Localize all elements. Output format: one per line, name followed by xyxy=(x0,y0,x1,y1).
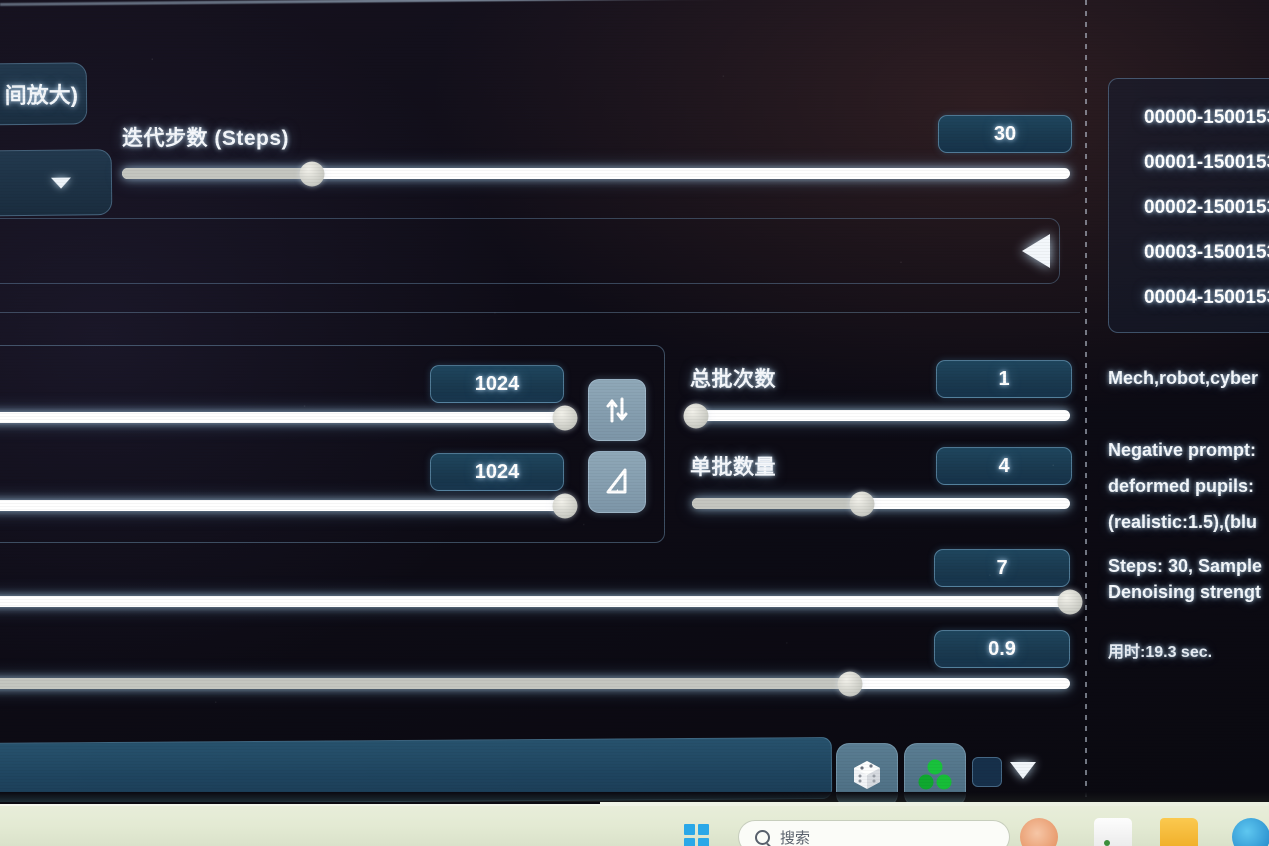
steps-slider-thumb[interactable] xyxy=(299,161,325,186)
dice-icon xyxy=(854,761,880,789)
upscaler-dropdown[interactable] xyxy=(0,149,113,217)
negative-prompt-text2: (realistic:1.5),(blu xyxy=(1108,512,1258,532)
batch-size-value-box[interactable]: 4 xyxy=(936,447,1072,485)
batch-count-slider-track[interactable] xyxy=(683,403,1070,428)
taskbar-app-white[interactable] xyxy=(1094,818,1132,846)
steps-slider-track[interactable] xyxy=(122,161,1070,186)
steps-value-box[interactable]: 30 xyxy=(938,115,1072,153)
cfg-scale-slider-thumb[interactable] xyxy=(1057,589,1083,614)
swap-dimensions-button[interactable] xyxy=(588,379,646,441)
tab-chip-label: 间放大) xyxy=(4,82,79,109)
batch-size-slider-track[interactable] xyxy=(692,491,1070,516)
collapsible-section-row[interactable] xyxy=(0,218,1060,284)
recycle-icon xyxy=(918,759,952,790)
windows-taskbar xyxy=(0,802,1269,846)
search-icon xyxy=(755,829,770,845)
batch-size-value: 4 xyxy=(998,454,1010,477)
photographed-screen: 间放大) 迭代步数 (Steps) 30 1024 1024 总批次数 1 单批… xyxy=(0,0,1269,846)
search-placeholder: 搜索 xyxy=(780,829,811,846)
taskbar-app-folder[interactable] xyxy=(1160,818,1198,846)
list-item[interactable]: 00004-1500153 xyxy=(1144,287,1269,309)
prompt-text: Mech,robot,cyber xyxy=(1108,368,1259,388)
monitor-bezel xyxy=(0,802,600,804)
list-item[interactable]: 00001-1500153 xyxy=(1144,152,1269,174)
window-top-border xyxy=(0,0,1085,6)
aspect-ratio-button[interactable] xyxy=(588,451,646,513)
batch-size-slider-fill xyxy=(692,498,863,509)
list-item[interactable]: 00003-1500153 xyxy=(1144,242,1269,264)
cfg-scale-value: 7 xyxy=(996,556,1008,579)
width-value-box[interactable]: 1024 xyxy=(430,365,564,403)
chevron-down-icon xyxy=(50,177,72,189)
height-slider-track[interactable] xyxy=(0,493,578,518)
list-item[interactable]: 00002-1500153 xyxy=(1144,197,1269,219)
list-item[interactable]: 00000-1500153 xyxy=(1144,107,1269,129)
batch-count-value-box[interactable]: 1 xyxy=(936,360,1072,398)
denoising-slider-thumb[interactable] xyxy=(837,671,863,696)
generated-file-list[interactable]: 00000-1500153 00001-1500153 00002-150015… xyxy=(1108,78,1269,333)
denoising-value: 0.9 xyxy=(988,637,1016,660)
screen-bottom-edge xyxy=(0,792,1269,802)
extra-seed-checkbox[interactable] xyxy=(972,757,1002,787)
steps-label: 迭代步数 (Steps) xyxy=(122,127,290,150)
batch-size-slider-thumb[interactable] xyxy=(849,491,875,516)
height-value: 1024 xyxy=(474,460,520,483)
batch-size-label: 单批数量 xyxy=(690,456,776,479)
batch-count-slider-thumb[interactable] xyxy=(683,403,709,428)
taskbar-running-dot xyxy=(1104,840,1110,846)
denoising-param: Denoising strengt xyxy=(1108,582,1262,602)
triangle-left-icon[interactable] xyxy=(1022,234,1050,268)
steps-value: 30 xyxy=(993,122,1017,145)
taskbar-app-blue[interactable] xyxy=(1232,818,1269,846)
section-divider-top xyxy=(0,312,1080,313)
aspect-ratio-triangle-icon xyxy=(606,468,627,494)
cfg-scale-slider-track[interactable] xyxy=(0,589,1083,614)
batch-count-value: 1 xyxy=(998,367,1010,390)
hires-upscaler-tab[interactable]: 间放大) xyxy=(0,62,88,126)
width-slider-track[interactable] xyxy=(0,405,578,430)
batch-count-label: 总批次数 xyxy=(690,368,776,391)
denoising-slider-fill xyxy=(0,678,850,689)
width-value: 1024 xyxy=(474,372,520,395)
results-panel: 00000-1500153 00001-1500153 00002-150015… xyxy=(1092,0,1269,812)
taskbar-search-box[interactable]: 搜索 xyxy=(738,820,1010,846)
elapsed-time: 用时:19.3 sec. xyxy=(1108,644,1213,661)
generation-params: Steps: 30, Sample xyxy=(1108,556,1263,576)
negative-prompt-text: deformed pupils: xyxy=(1108,476,1255,496)
denoising-value-box[interactable]: 0.9 xyxy=(934,630,1070,668)
negative-prompt-label: Negative prompt: xyxy=(1108,440,1257,460)
triangle-down-icon[interactable] xyxy=(1010,762,1036,779)
windows-start-icon[interactable] xyxy=(684,824,710,846)
cfg-scale-value-box[interactable]: 7 xyxy=(934,549,1070,587)
width-slider-thumb[interactable] xyxy=(552,405,578,430)
height-slider-thumb[interactable] xyxy=(552,493,578,518)
swap-vertical-icon xyxy=(606,397,628,423)
steps-slider-fill xyxy=(122,168,312,179)
height-value-box[interactable]: 1024 xyxy=(430,453,564,491)
denoising-slider-track[interactable] xyxy=(0,671,1070,696)
panel-divider xyxy=(1085,0,1087,812)
